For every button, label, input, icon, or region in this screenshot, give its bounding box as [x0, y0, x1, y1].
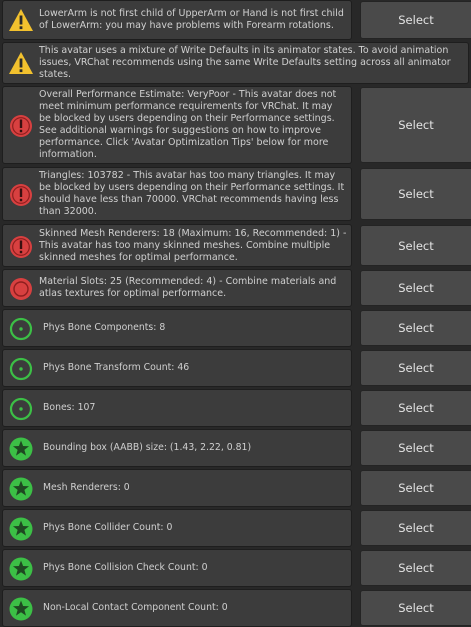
message-box: This avatar uses a mixture of Write Defa… — [2, 42, 469, 84]
message-box: Skinned Mesh Renderers: 18 (Maximum: 16,… — [2, 224, 352, 267]
validation-row-mesh-renderers: Mesh Renderers: 0 Select — [0, 469, 471, 507]
message-box: Bones: 107 — [2, 389, 352, 427]
excellent-star-icon — [8, 436, 34, 462]
warning-icon — [8, 50, 34, 76]
select-button[interactable]: Select — [360, 310, 471, 346]
select-button[interactable]: Select — [360, 390, 471, 426]
good-circle-icon — [8, 356, 34, 382]
validation-row-skinned-mesh: Skinned Mesh Renderers: 18 (Maximum: 16,… — [0, 224, 471, 267]
validation-row-write-defaults: This avatar uses a mixture of Write Defa… — [0, 42, 471, 84]
good-circle-icon — [8, 316, 34, 342]
message-box: Triangles: 103782 - This avatar has too … — [2, 167, 352, 221]
good-circle-icon — [8, 396, 34, 422]
validation-row-contact-component: Non-Local Contact Component Count: 0 Sel… — [0, 589, 471, 627]
validation-row-phys-bone-components: Phys Bone Components: 8 Select — [0, 309, 471, 347]
message-text: Phys Bone Transform Count: 46 — [43, 362, 190, 373]
message-box: Phys Bone Collider Count: 0 — [2, 509, 352, 547]
validation-row-collision-check: Phys Bone Collision Check Count: 0 Selec… — [0, 549, 471, 587]
select-button[interactable]: Select — [360, 350, 471, 386]
message-box: Mesh Renderers: 0 — [2, 469, 352, 507]
validation-row-bones: Bones: 107 Select — [0, 389, 471, 427]
message-text: Phys Bone Collider Count: 0 — [43, 522, 173, 533]
warning-icon — [8, 7, 34, 33]
message-box: Material Slots: 25 (Recommended: 4) - Co… — [2, 269, 352, 307]
excellent-star-icon — [8, 596, 34, 622]
message-text: Bones: 107 — [43, 402, 96, 413]
message-text: Overall Performance Estimate: VeryPoor -… — [39, 89, 337, 160]
validation-row-phys-bone-collider: Phys Bone Collider Count: 0 Select — [0, 509, 471, 547]
message-text: LowerArm is not first child of UpperArm … — [39, 8, 344, 31]
validation-row-lowerarm: LowerArm is not first child of UpperArm … — [0, 0, 471, 40]
select-button[interactable]: Select — [360, 470, 471, 506]
message-text: Mesh Renderers: 0 — [43, 482, 130, 493]
message-text: This avatar uses a mixture of Write Defa… — [39, 45, 451, 80]
validation-row-triangles: Triangles: 103782 - This avatar has too … — [0, 167, 471, 221]
select-button[interactable]: Select — [360, 550, 471, 586]
message-box: Bounding box (AABB) size: (1.43, 2.22, 0… — [2, 429, 352, 467]
validation-row-material-slots: Material Slots: 25 (Recommended: 4) - Co… — [0, 269, 471, 307]
validation-row-bounding-box: Bounding box (AABB) size: (1.43, 2.22, 0… — [0, 429, 471, 467]
select-button[interactable]: Select — [360, 270, 471, 306]
select-button[interactable]: Select — [360, 168, 471, 220]
sdk-validation-panel: LowerArm is not first child of UpperArm … — [0, 0, 471, 627]
select-button[interactable]: Select — [360, 510, 471, 546]
error-dot-icon — [8, 276, 34, 302]
select-button[interactable]: Select — [360, 430, 471, 466]
select-button[interactable]: Select — [360, 590, 471, 626]
message-text: Material Slots: 25 (Recommended: 4) - Co… — [39, 276, 337, 299]
validation-row-performance: Overall Performance Estimate: VeryPoor -… — [0, 86, 471, 164]
message-text: Bounding box (AABB) size: (1.43, 2.22, 0… — [43, 442, 252, 453]
excellent-star-icon — [8, 516, 34, 542]
message-text: Non-Local Contact Component Count: 0 — [43, 602, 228, 613]
error-icon — [8, 234, 34, 260]
excellent-star-icon — [8, 476, 34, 502]
message-box: Overall Performance Estimate: VeryPoor -… — [2, 86, 352, 164]
message-text: Skinned Mesh Renderers: 18 (Maximum: 16,… — [39, 227, 347, 263]
select-button[interactable]: Select — [360, 225, 471, 266]
select-button[interactable]: Select — [360, 1, 471, 39]
select-button[interactable]: Select — [360, 87, 471, 163]
message-box: Phys Bone Collision Check Count: 0 — [2, 549, 352, 587]
validation-row-phys-bone-transform: Phys Bone Transform Count: 46 Select — [0, 349, 471, 387]
error-icon — [8, 113, 34, 139]
message-text: Phys Bone Collision Check Count: 0 — [43, 562, 208, 573]
message-text: Triangles: 103782 - This avatar has too … — [39, 170, 345, 217]
message-text: Phys Bone Components: 8 — [43, 322, 166, 333]
message-box: Non-Local Contact Component Count: 0 — [2, 589, 352, 627]
message-box: Phys Bone Components: 8 — [2, 309, 352, 347]
error-icon — [8, 182, 34, 208]
message-box: LowerArm is not first child of UpperArm … — [2, 0, 352, 40]
message-box: Phys Bone Transform Count: 46 — [2, 349, 352, 387]
excellent-star-icon — [8, 556, 34, 582]
